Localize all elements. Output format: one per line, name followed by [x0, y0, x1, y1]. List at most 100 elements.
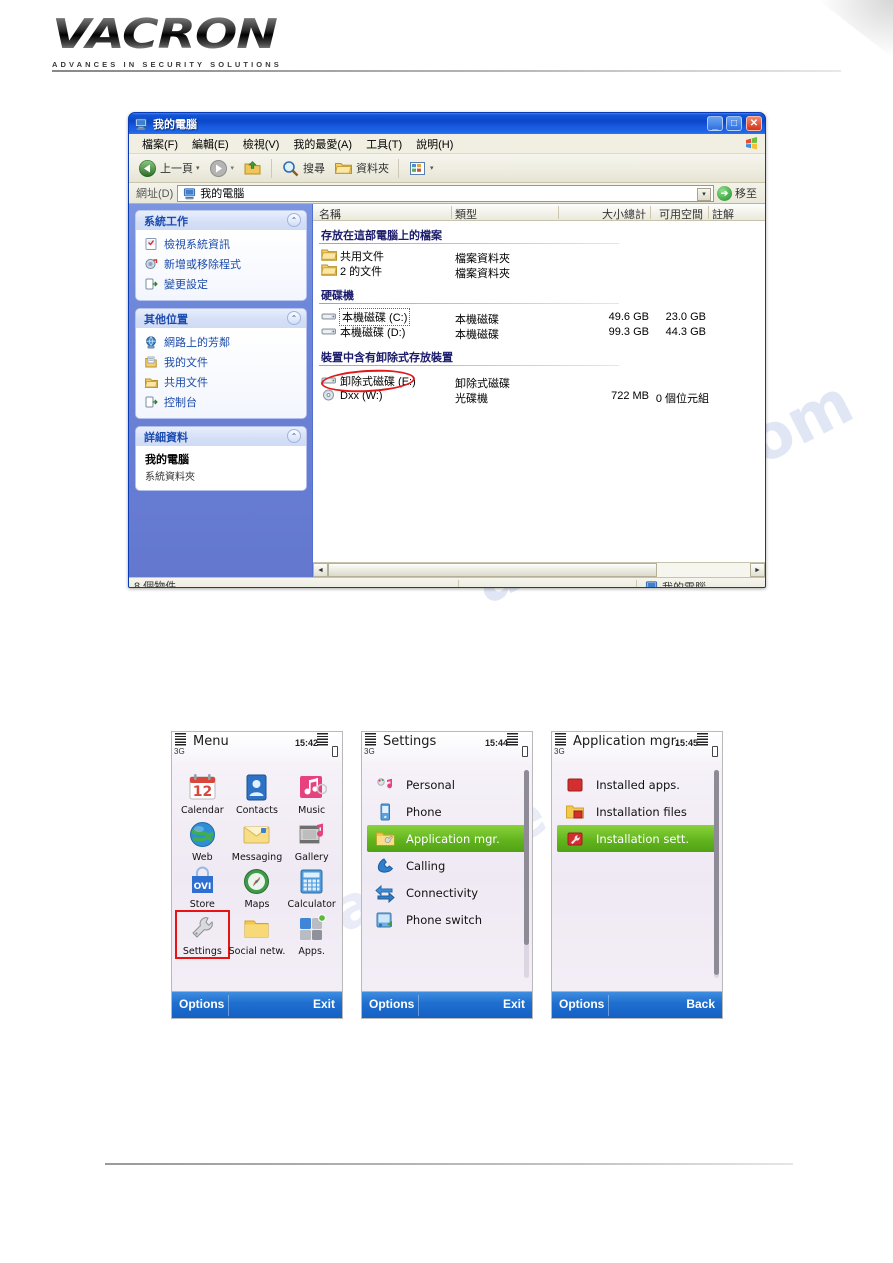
task-add-remove-programs[interactable]: 新增或移除程式	[144, 254, 300, 274]
scrollbar-track[interactable]	[328, 563, 750, 577]
menu-item-file[interactable]: 檔案(F)	[135, 135, 185, 153]
app-web-label: Web	[191, 852, 213, 863]
row-size-local-disk-d: 99.3 GB	[608, 326, 649, 338]
phone3-softkey-left[interactable]: Options	[559, 997, 604, 1011]
forward-button[interactable]: ▾	[205, 157, 239, 180]
address-input[interactable]: 我的電腦 ▾	[177, 184, 714, 202]
phone1-content: 12 Calendar Contacts Music Web Messaging…	[172, 762, 342, 991]
up-button[interactable]	[239, 157, 266, 180]
place-my-documents[interactable]: 我的文件	[144, 352, 300, 372]
collapse-chevron-icon-2[interactable]: ⌃	[287, 311, 301, 325]
panel-details: 詳細資料 ⌃ 我的電腦 系統資料夾	[136, 427, 306, 490]
place-control-panel[interactable]: 控制台	[144, 392, 300, 412]
signal-bars-right-icon	[317, 733, 328, 747]
address-bar: 網址(D) 我的電腦 ▾ ➔ 移至	[129, 183, 765, 204]
appmgr-item-installed-apps[interactable]: Installed apps.	[552, 771, 722, 798]
collapse-chevron-icon-3[interactable]: ⌃	[287, 429, 301, 443]
table-row[interactable]: 共用文件	[321, 248, 384, 263]
panel-other-places-header[interactable]: 其他位置 ⌃	[136, 309, 306, 328]
table-row[interactable]: 2 的文件	[321, 263, 382, 278]
maximize-button[interactable]: □	[726, 116, 742, 131]
phone2-softkey-right[interactable]: Exit	[503, 997, 525, 1011]
app-messaging[interactable]: Messaging	[229, 817, 286, 864]
panel-system-tasks-header[interactable]: 系統工作 ⌃	[136, 211, 306, 230]
table-row[interactable]: 本機磁碟 (D:)	[321, 324, 405, 339]
go-button[interactable]: ➔ 移至	[714, 185, 762, 201]
minimize-button[interactable]: _	[707, 116, 723, 131]
column-divider-3[interactable]	[650, 206, 651, 219]
phone2-title: Settings	[383, 734, 437, 749]
back-dropdown-arrow-icon[interactable]: ▾	[196, 164, 200, 172]
column-header-free[interactable]: 可用空間	[659, 206, 703, 222]
menu-item-view[interactable]: 檢視(V)	[236, 135, 287, 153]
column-header-name[interactable]: 名稱	[319, 206, 341, 222]
menu-item-favorites[interactable]: 我的最愛(A)	[286, 135, 359, 153]
row-size-cd-drive-w: 722 MB	[611, 390, 649, 402]
app-calendar[interactable]: 12 Calendar	[176, 770, 229, 817]
forward-dropdown-arrow-icon[interactable]: ▾	[231, 164, 235, 172]
app-web[interactable]: Web	[176, 817, 229, 864]
app-calculator[interactable]: Calculator	[285, 864, 338, 911]
phone1-softkey-left[interactable]: Options	[179, 997, 224, 1011]
menu-item-help[interactable]: 說明(H)	[409, 135, 460, 153]
phone2-softkey-left[interactable]: Options	[369, 997, 414, 1011]
task-change-settings[interactable]: 變更設定	[144, 274, 300, 294]
address-dropdown-button[interactable]: ▾	[697, 187, 711, 201]
phone2-scrollbar-thumb[interactable]	[524, 770, 529, 945]
scroll-left-arrow-icon[interactable]: ◄	[313, 563, 328, 577]
app-maps[interactable]: Maps	[229, 864, 286, 911]
menu-item-tools[interactable]: 工具(T)	[359, 135, 409, 153]
table-row[interactable]: 本機磁碟 (C:)	[321, 307, 411, 326]
appmgr-item-installation-sett[interactable]: Installation sett.	[557, 825, 717, 852]
phone1-softkey-right[interactable]: Exit	[313, 997, 335, 1011]
settings-item-phone[interactable]: Phone	[362, 798, 532, 825]
scroll-right-arrow-icon[interactable]: ►	[750, 563, 765, 577]
hard-drive-icon	[321, 324, 337, 339]
connectivity-arrows-icon	[375, 883, 395, 903]
app-settings[interactable]: Settings	[175, 910, 230, 959]
app-apps-label: Apps.	[298, 946, 325, 957]
settings-item-calling[interactable]: Calling	[362, 852, 532, 879]
phone3-scrollbar-thumb[interactable]	[714, 770, 719, 975]
phone3-softkey-right[interactable]: Back	[686, 997, 715, 1011]
app-apps[interactable]: Apps.	[285, 911, 338, 958]
search-button[interactable]: 搜尋	[277, 157, 329, 180]
back-button[interactable]: 上一頁 ▾	[134, 157, 204, 180]
folder-icon	[334, 159, 353, 178]
phone3-scrollbar-track[interactable]	[714, 770, 719, 978]
file-list-body: 存放在這部電腦上的檔案 共用文件 檔案資料夾 2 的文件 檔案資料夾 硬碟機 本…	[313, 221, 765, 562]
horizontal-scrollbar[interactable]: ◄ ►	[313, 562, 765, 577]
add-remove-programs-icon	[144, 257, 158, 271]
settings-item-phone-switch[interactable]: Phone switch	[362, 906, 532, 933]
folders-button[interactable]: 資料夾	[330, 157, 393, 180]
panel-details-header[interactable]: 詳細資料 ⌃	[136, 427, 306, 446]
place-shared-documents[interactable]: 共用文件	[144, 372, 300, 392]
app-store[interactable]: OVI Store	[176, 864, 229, 911]
collapse-chevron-icon[interactable]: ⌃	[287, 213, 301, 227]
app-contacts[interactable]: Contacts	[229, 770, 286, 817]
row-name-shared-docs: 共用文件	[340, 250, 384, 263]
settings-item-application-mgr[interactable]: Application mgr.	[367, 825, 527, 852]
column-header-type[interactable]: 類型	[455, 206, 477, 222]
app-social-netw[interactable]: Social netw.	[229, 911, 285, 958]
scrollbar-thumb[interactable]	[328, 563, 658, 577]
group-rule-3	[319, 365, 619, 366]
app-gallery[interactable]: Gallery	[285, 817, 338, 864]
phone2-scrollbar-track[interactable]	[524, 770, 529, 978]
task-view-system-info[interactable]: 檢視系統資訊	[144, 234, 300, 254]
close-button[interactable]: ✕	[746, 116, 762, 131]
menu-item-edit[interactable]: 編輯(E)	[185, 135, 236, 153]
column-divider-4[interactable]	[708, 206, 709, 219]
appmgr-item-installation-files[interactable]: Installation files	[552, 798, 722, 825]
settings-item-personal[interactable]: Personal	[362, 771, 532, 798]
place-my-documents-label: 我的文件	[164, 357, 208, 369]
place-network-neighborhood[interactable]: 網路上的芳鄰	[144, 332, 300, 352]
column-divider-1[interactable]	[451, 206, 452, 219]
column-divider-2[interactable]	[558, 206, 559, 219]
app-music[interactable]: Music	[285, 770, 338, 817]
views-dropdown-arrow-icon[interactable]: ▾	[430, 164, 434, 172]
column-header-size[interactable]: 大小總計	[602, 206, 646, 222]
column-header-comments[interactable]: 註解	[712, 206, 734, 222]
settings-item-connectivity[interactable]: Connectivity	[362, 879, 532, 906]
views-button[interactable]: ▾	[404, 157, 438, 180]
